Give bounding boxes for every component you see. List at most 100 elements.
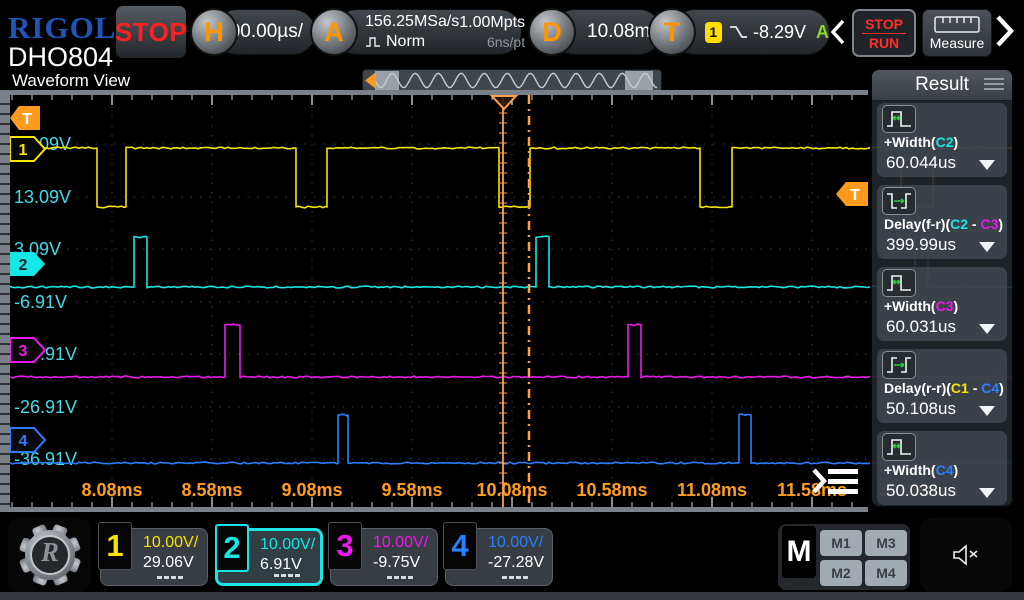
svg-text:3: 3 <box>19 343 28 360</box>
waveform-overview-icon <box>363 70 661 91</box>
math-slot-m3[interactable]: M3 <box>865 530 907 556</box>
dropdown-arrow-icon[interactable] <box>979 242 995 252</box>
acquire-knob[interactable]: A <box>310 8 358 56</box>
delay-knob[interactable]: D <box>528 8 576 56</box>
math-button[interactable]: M <box>782 526 816 578</box>
channel-3-number: 3 <box>328 522 362 570</box>
math-slot-m2[interactable]: M2 <box>820 560 862 586</box>
channel-1-number: 1 <box>98 522 132 570</box>
waveform-display[interactable]: 8.08ms8.58ms9.08ms9.58ms10.08ms10.58ms11… <box>10 95 1014 507</box>
horizontal-knob[interactable]: H <box>190 8 238 56</box>
dropdown-arrow-icon[interactable] <box>979 324 995 334</box>
gear-logo-letter: R <box>18 537 82 568</box>
dropdown-arrow-icon[interactable] <box>979 488 995 498</box>
math-slots: M1M3M2M4 <box>820 530 907 586</box>
measurement-label: Delay(f-r)(C2 - C3) <box>884 216 1003 232</box>
measurement-list: +Width(C2)60.044us Delay(f-r)(C2 - C3) 399… <box>872 101 1012 515</box>
bottom-strip <box>0 592 1024 600</box>
channel-offset-value: 29.06V <box>143 554 194 572</box>
run-stop-label-run: RUN <box>869 35 899 51</box>
channel-offset-value: 6.91V <box>260 556 302 574</box>
channel-2-number: 2 <box>215 524 249 572</box>
acquisition-status-badge: STOP <box>116 6 186 58</box>
time-axis-label: 8.08ms <box>81 480 142 500</box>
vertical-ruler[interactable] <box>0 95 10 507</box>
measure-button-label: Measure <box>930 35 984 51</box>
channel-1-card[interactable]: 110.00V/29.06V <box>100 528 208 586</box>
channel-4-number: 4 <box>443 522 477 570</box>
dropdown-arrow-icon[interactable] <box>979 160 995 170</box>
measurement-label: Delay(r-r)(C1 - C4) <box>884 380 1004 396</box>
measurement-item[interactable]: +Width(C2)60.044us <box>877 103 1007 177</box>
trigger-knob[interactable]: T <box>648 8 696 56</box>
chevron-left-icon[interactable] <box>831 19 847 45</box>
volt-axis-label: -26.91V <box>14 397 77 417</box>
channel-scale-value: 10.00V/ <box>488 534 543 552</box>
model-label: DHO804 <box>8 42 113 73</box>
pulse-width-icon <box>882 105 916 133</box>
channel-scale-value: 10.00V/ <box>143 534 198 552</box>
channel-4-card[interactable]: 410.00V/-27.28V <box>445 528 553 586</box>
measurement-item[interactable]: +Width(C4)50.038us <box>877 431 1007 505</box>
run-stop-button[interactable]: STOP RUN <box>852 9 916 57</box>
sample-rate: 156.25MSa/s <box>365 13 459 31</box>
svg-text:1: 1 <box>19 142 28 159</box>
svg-text:4: 4 <box>19 433 28 450</box>
time-axis-label: 9.58ms <box>381 480 442 500</box>
time-axis-label: 11.08ms <box>677 480 747 500</box>
speaker-muted-icon <box>951 543 981 567</box>
measurement-item[interactable]: Delay(r-r)(C1 - C4) 50.108us <box>877 349 1007 423</box>
measurement-value: 60.031us <box>886 317 956 337</box>
menu-icon[interactable] <box>984 78 1004 90</box>
result-panel-header[interactable]: Result <box>872 70 1012 101</box>
channel-offset-value: -27.28V <box>488 554 544 572</box>
math-slot-m1[interactable]: M1 <box>820 530 862 556</box>
coupling-dashes-icon <box>502 576 530 579</box>
acquire-pill[interactable]: 156.25MSa/s Norm 1.00Mpts 6ns/pt <box>334 9 522 55</box>
channel-2-card[interactable]: 210.00V/6.91V <box>215 528 323 586</box>
measurement-value: 399.99us <box>886 235 956 255</box>
ruler-icon <box>934 16 980 33</box>
time-axis-label: 9.08ms <box>281 480 342 500</box>
channel-3-card[interactable]: 310.00V/-9.75V <box>330 528 438 586</box>
math-slot-m4[interactable]: M4 <box>865 560 907 586</box>
measure-button[interactable]: Measure <box>922 9 992 57</box>
coupling-dashes-icon <box>387 576 415 579</box>
channel-scale-value: 10.00V/ <box>260 536 315 554</box>
memory-depth: 1.00Mpts <box>459 14 525 32</box>
trigger-sweep-mode: A <box>816 22 829 43</box>
view-title: Waveform View <box>12 71 130 91</box>
coupling-dashes-icon <box>157 576 185 579</box>
sound-mute-button[interactable] <box>920 518 1012 592</box>
acquire-mode: Norm <box>386 33 425 51</box>
horizontal-ruler[interactable] <box>0 507 868 512</box>
channel-offset-value: -9.75V <box>373 554 420 572</box>
rigol-logo: RIGOL <box>8 10 116 46</box>
chevron-right-icon[interactable] <box>994 14 1016 48</box>
run-stop-label-stop: STOP <box>862 16 906 34</box>
svg-text:T: T <box>22 111 32 128</box>
dropdown-arrow-icon[interactable] <box>979 406 995 416</box>
gear-icon: R <box>18 523 82 587</box>
measurement-value: 50.038us <box>886 481 956 501</box>
app-root: RIGOL STOP 500.00µs/ H 156.25MSa/s Norm … <box>0 0 1024 600</box>
measurement-item[interactable]: Delay(f-r)(C2 - C3) 399.99us <box>877 185 1007 259</box>
falling-edge-icon <box>728 23 747 41</box>
svg-text:2: 2 <box>19 257 28 274</box>
trigger-source-badge: 1 <box>705 22 722 43</box>
pulse-width-icon <box>882 433 916 461</box>
time-resolution: 6ns/pt <box>487 34 525 50</box>
volt-axis-label: 13.09V <box>14 187 71 207</box>
horizontal-position-scrollbar[interactable] <box>362 69 662 92</box>
time-axis-label: 10.08ms <box>476 480 547 500</box>
measurement-value: 50.108us <box>886 399 956 419</box>
rigol-gear-button[interactable]: R <box>8 518 90 592</box>
coupling-dashes-icon <box>274 574 302 577</box>
trigger-level-value: -8.29V <box>753 22 806 43</box>
measurement-label: +Width(C3) <box>884 298 958 314</box>
svg-text:T: T <box>850 187 860 204</box>
result-panel: Result +Width(C2)60.044us Delay(f-r)(C2 -… <box>870 68 1014 508</box>
time-axis-label: 8.58ms <box>181 480 242 500</box>
measurement-item[interactable]: +Width(C3) 60.031us <box>877 267 1007 341</box>
volt-axis-label: -6.91V <box>14 292 67 312</box>
